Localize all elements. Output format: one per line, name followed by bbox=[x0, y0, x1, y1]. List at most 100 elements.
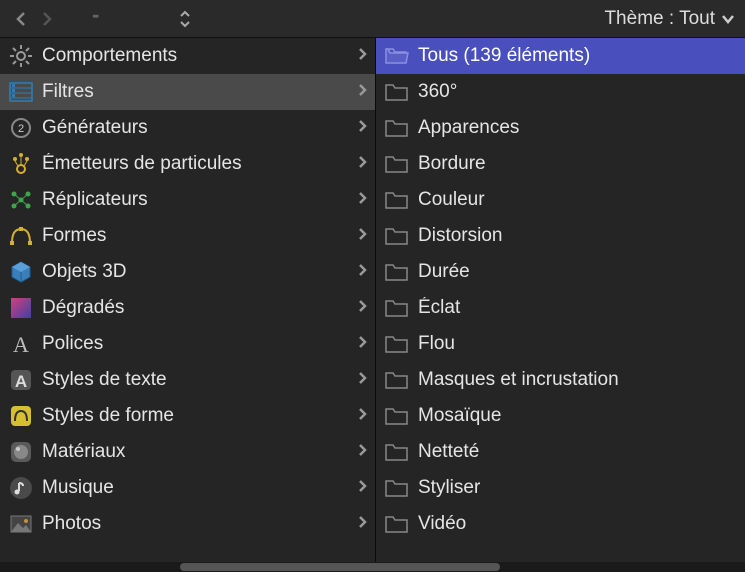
category-item[interactable]: Objets 3D bbox=[0, 254, 375, 290]
category-item[interactable]: A Polices bbox=[0, 326, 375, 362]
category-label: Formes bbox=[42, 225, 350, 247]
chevron-right-icon bbox=[358, 225, 367, 247]
replicator-icon bbox=[8, 187, 34, 213]
folder-icon bbox=[384, 115, 410, 141]
category-item[interactable]: Dégradés bbox=[0, 290, 375, 326]
subcategory-label: Vidéo bbox=[418, 513, 737, 535]
category-label: Objets 3D bbox=[42, 261, 350, 283]
subcategory-label: Distorsion bbox=[418, 225, 737, 247]
folder-icon bbox=[384, 403, 410, 429]
filter-icon bbox=[8, 79, 34, 105]
subcategory-item[interactable]: 360° bbox=[376, 74, 745, 110]
subcategory-item[interactable]: Distorsion bbox=[376, 218, 745, 254]
subcategory-item[interactable]: Couleur bbox=[376, 182, 745, 218]
subcategory-label: Netteté bbox=[418, 441, 737, 463]
forward-button[interactable] bbox=[36, 8, 58, 30]
generator-icon: 2 bbox=[8, 115, 34, 141]
subcategory-item[interactable]: Vidéo bbox=[376, 506, 745, 542]
cube3d-icon bbox=[8, 259, 34, 285]
folder-icon bbox=[384, 511, 410, 537]
subcategory-item[interactable]: Styliser bbox=[376, 470, 745, 506]
horizontal-scrollbar[interactable] bbox=[0, 562, 745, 572]
font-icon: A bbox=[8, 331, 34, 357]
category-label: Générateurs bbox=[42, 117, 350, 139]
category-item[interactable]: Musique bbox=[0, 470, 375, 506]
subcategory-item[interactable]: Flou bbox=[376, 326, 745, 362]
category-label: Dégradés bbox=[42, 297, 350, 319]
subcategory-label: Durée bbox=[418, 261, 737, 283]
folder-icon bbox=[384, 223, 410, 249]
category-item[interactable]: A Styles de texte bbox=[0, 362, 375, 398]
chevron-right-icon bbox=[358, 297, 367, 319]
subcategory-item[interactable]: Tous (139 éléments) bbox=[376, 38, 745, 74]
chevron-right-icon bbox=[358, 369, 367, 391]
subcategory-item[interactable]: Éclat bbox=[376, 290, 745, 326]
subcategory-item[interactable]: Apparences bbox=[376, 110, 745, 146]
subcategory-label: Bordure bbox=[418, 153, 737, 175]
back-button[interactable] bbox=[10, 8, 32, 30]
category-label: Photos bbox=[42, 513, 350, 535]
category-item[interactable]: Formes bbox=[0, 218, 375, 254]
subcategory-label: Couleur bbox=[418, 189, 737, 211]
folder-icon bbox=[384, 43, 410, 69]
svg-text:2: 2 bbox=[18, 123, 24, 135]
folder-icon bbox=[384, 151, 410, 177]
subcategory-label: Tous (139 éléments) bbox=[418, 45, 737, 67]
category-item[interactable]: Matériaux bbox=[0, 434, 375, 470]
chevron-right-icon bbox=[358, 441, 367, 463]
chevron-right-icon bbox=[358, 117, 367, 139]
category-item[interactable]: 2 Générateurs bbox=[0, 110, 375, 146]
category-item[interactable]: Émetteurs de particules bbox=[0, 146, 375, 182]
category-label: Styles de texte bbox=[42, 369, 350, 391]
chevron-right-icon bbox=[358, 333, 367, 355]
category-item[interactable]: Styles de forme bbox=[0, 398, 375, 434]
shape-icon bbox=[8, 223, 34, 249]
folder-icon bbox=[384, 187, 410, 213]
chevron-right-icon bbox=[358, 189, 367, 211]
chevron-right-icon bbox=[358, 261, 367, 283]
gear-icon bbox=[8, 43, 34, 69]
subcategory-item[interactable]: Masques et incrustation bbox=[376, 362, 745, 398]
chevron-right-icon bbox=[358, 405, 367, 427]
scrollbar-thumb[interactable] bbox=[180, 563, 500, 571]
chevron-right-icon bbox=[358, 477, 367, 499]
subcategory-label: Styliser bbox=[418, 477, 737, 499]
photos-icon bbox=[8, 511, 34, 537]
gradient-icon bbox=[8, 295, 34, 321]
chevron-down-icon bbox=[721, 14, 735, 24]
category-item[interactable]: Comportements bbox=[0, 38, 375, 74]
category-label: Réplicateurs bbox=[42, 189, 350, 211]
subcategory-label: Flou bbox=[418, 333, 737, 355]
category-label: Matériaux bbox=[42, 441, 350, 463]
chevron-right-icon bbox=[358, 513, 367, 535]
folder-icon bbox=[384, 439, 410, 465]
category-label: Musique bbox=[42, 477, 350, 499]
folder-icon bbox=[384, 295, 410, 321]
category-label: Émetteurs de particules bbox=[42, 153, 350, 175]
subcategory-item[interactable]: Mosaïque bbox=[376, 398, 745, 434]
subcategory-item[interactable]: Netteté bbox=[376, 434, 745, 470]
shapestyle-icon bbox=[8, 403, 34, 429]
theme-dropdown[interactable]: Thème : Tout bbox=[604, 8, 735, 30]
category-item[interactable]: Réplicateurs bbox=[0, 182, 375, 218]
music-icon bbox=[8, 475, 34, 501]
chevron-right-icon bbox=[358, 153, 367, 175]
category-column[interactable]: Comportements Filtres 2 Générateurs Émet… bbox=[0, 38, 376, 562]
category-label: Polices bbox=[42, 333, 350, 355]
theme-label: Thème : Tout bbox=[604, 8, 715, 30]
svg-text:A: A bbox=[15, 372, 27, 391]
subcategory-item[interactable]: Durée bbox=[376, 254, 745, 290]
category-label: Styles de forme bbox=[42, 405, 350, 427]
browser-columns: Comportements Filtres 2 Générateurs Émet… bbox=[0, 38, 745, 562]
category-label: Comportements bbox=[42, 45, 350, 67]
toolbar: - Thème : Tout bbox=[0, 0, 745, 38]
folder-icon bbox=[384, 79, 410, 105]
path-separator: - bbox=[92, 2, 99, 28]
folder-icon bbox=[384, 367, 410, 393]
sort-stepper[interactable] bbox=[179, 10, 191, 28]
subcategory-item[interactable]: Bordure bbox=[376, 146, 745, 182]
subcategory-column[interactable]: Tous (139 éléments) 360° Apparences Bord… bbox=[376, 38, 745, 562]
category-item[interactable]: Photos bbox=[0, 506, 375, 542]
category-item[interactable]: Filtres bbox=[0, 74, 375, 110]
subcategory-label: 360° bbox=[418, 81, 737, 103]
